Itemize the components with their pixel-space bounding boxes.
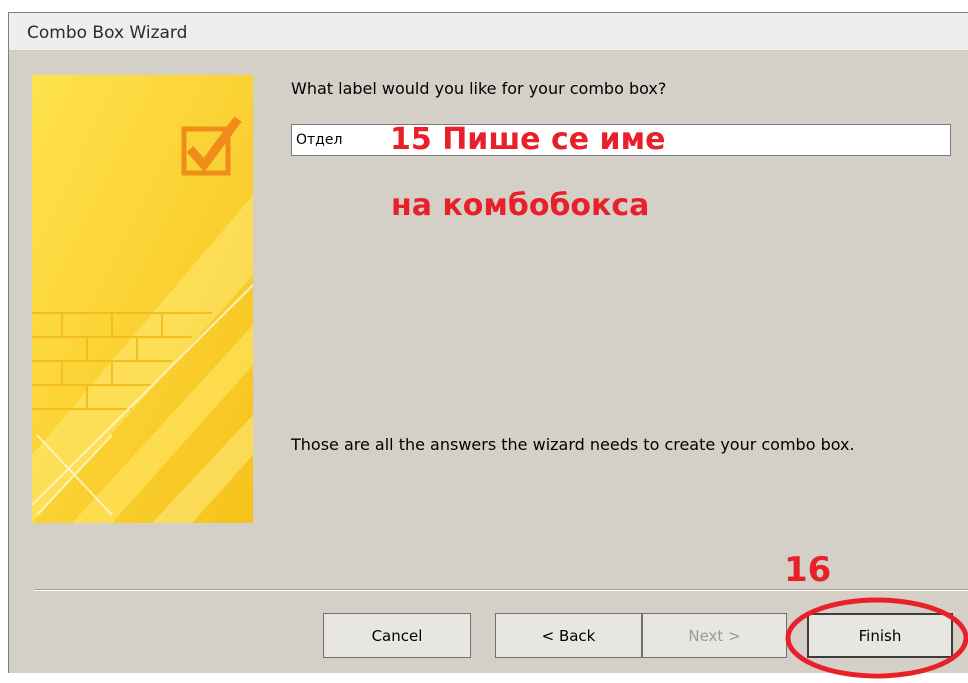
back-button-label: < Back — [541, 626, 596, 645]
next-button-label: Next > — [688, 626, 741, 645]
finish-button-label: Finish — [858, 626, 902, 645]
annotation-step-15-line-1: 15 Пише се име — [390, 122, 666, 157]
combo-box-wizard-dialog: Combo Box Wizard What label would you li… — [8, 12, 968, 679]
wizard-summary-text: Those are all the answers the wizard nee… — [291, 435, 855, 454]
wizard-banner — [32, 75, 253, 523]
button-separator — [34, 589, 968, 591]
next-button[interactable]: Next > — [642, 613, 787, 658]
annotation-step-15-line-2: на комбобокса — [391, 188, 650, 223]
wizard-banner-art — [32, 75, 253, 523]
annotation-step-16: 16 — [784, 550, 832, 590]
window-title: Combo Box Wizard — [27, 23, 188, 43]
cancel-button-label: Cancel — [371, 626, 423, 645]
label-question: What label would you like for your combo… — [291, 79, 667, 98]
title-bar[interactable]: Combo Box Wizard — [9, 13, 968, 51]
back-button[interactable]: < Back — [495, 613, 642, 658]
cancel-button[interactable]: Cancel — [323, 613, 471, 658]
finish-button[interactable]: Finish — [807, 613, 953, 658]
